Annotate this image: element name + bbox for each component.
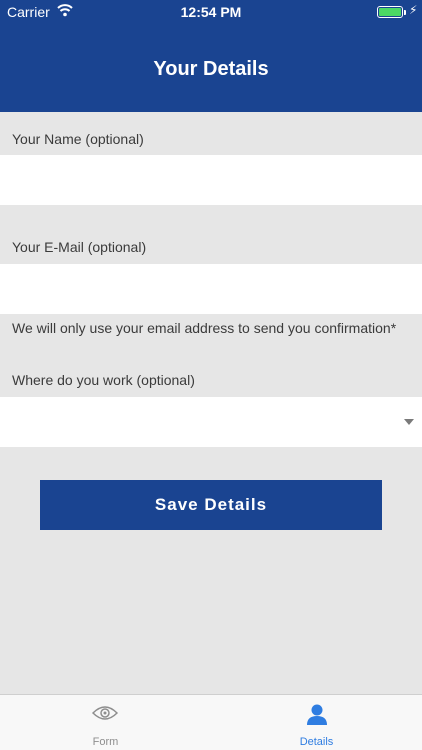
name-field[interactable] bbox=[0, 155, 422, 205]
chevron-down-icon bbox=[404, 419, 414, 425]
name-label: Your Name (optional) bbox=[12, 131, 144, 147]
tab-form[interactable]: Form bbox=[0, 695, 211, 750]
header: Carrier 12:54 PM ⚡ Your Details bbox=[0, 0, 422, 112]
work-select[interactable] bbox=[0, 397, 422, 447]
work-label: Where do you work (optional) bbox=[12, 372, 195, 388]
tab-details[interactable]: Details bbox=[211, 695, 422, 750]
tab-form-label: Form bbox=[92, 736, 119, 748]
battery-icon bbox=[377, 6, 406, 18]
clock: 12:54 PM bbox=[180, 4, 242, 20]
person-icon bbox=[307, 704, 327, 725]
charging-icon: ⚡ bbox=[409, 3, 418, 17]
tab-bar: Form Details bbox=[0, 694, 422, 750]
email-field[interactable] bbox=[0, 264, 422, 314]
eye-icon bbox=[92, 706, 118, 720]
tab-details-label: Details bbox=[299, 736, 334, 748]
status-bar: Carrier 12:54 PM ⚡ bbox=[0, 0, 422, 24]
email-note: We will only use your email address to s… bbox=[12, 320, 397, 336]
save-button[interactable]: Save Details bbox=[40, 480, 382, 530]
page-title: Your Details bbox=[153, 58, 269, 80]
email-label: Your E-Mail (optional) bbox=[12, 239, 147, 255]
